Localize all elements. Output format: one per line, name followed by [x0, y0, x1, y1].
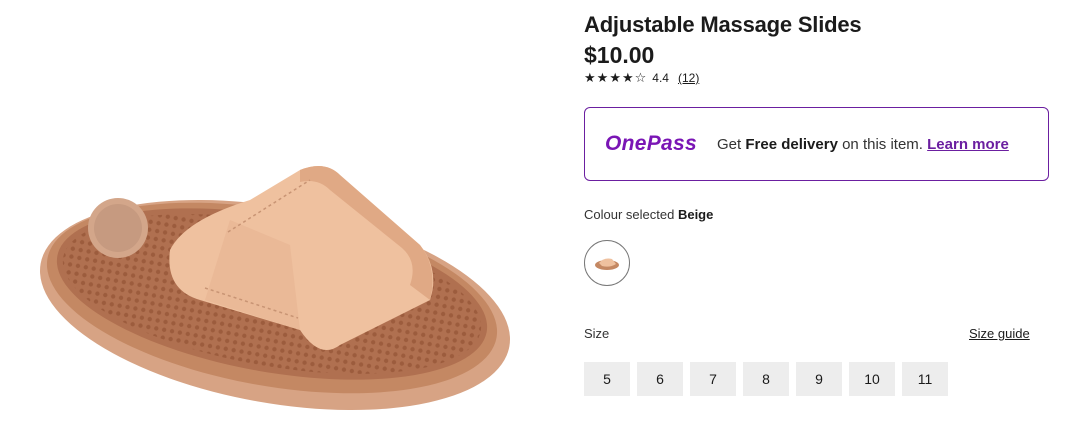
- onepass-banner: OnePass Get Free delivery on this item. …: [584, 107, 1049, 181]
- size-option-7[interactable]: 7: [690, 362, 736, 396]
- star-half-icon: ☆: [634, 70, 647, 85]
- onepass-message: Get Free delivery on this item. Learn mo…: [717, 136, 1017, 153]
- star-full-icon: ★: [609, 70, 621, 85]
- rating-value: 4.4: [652, 71, 669, 85]
- onepass-text-bold: Free delivery: [745, 135, 838, 153]
- size-option-5[interactable]: 5: [584, 362, 630, 396]
- onepass-learn-more-link[interactable]: Learn more: [927, 136, 1009, 153]
- review-count-link[interactable]: (12): [678, 71, 699, 85]
- colour-swatch-beige[interactable]: [584, 240, 630, 286]
- slide-sandal-image: [39, 166, 511, 410]
- size-option-10[interactable]: 10: [849, 362, 895, 396]
- star-full-icon: ★: [596, 70, 609, 85]
- product-title: Adjustable Massage Slides: [584, 12, 862, 37]
- colour-label-text: Colour selected: [584, 207, 675, 222]
- size-option-11[interactable]: 11: [902, 362, 948, 396]
- onepass-text-rest: on this item.: [842, 135, 923, 153]
- product-price: $10.00: [584, 42, 655, 68]
- star-full-icon: ★: [584, 70, 596, 85]
- size-option-6[interactable]: 6: [637, 362, 683, 396]
- rating-stars: ★ ★ ★ ★ ☆: [584, 71, 646, 85]
- product-image[interactable]: [0, 0, 560, 424]
- size-guide-link[interactable]: Size guide: [969, 326, 1030, 341]
- size-option-8[interactable]: 8: [743, 362, 789, 396]
- colour-label: Colour selected Beige: [584, 207, 713, 222]
- colour-selected-value: Beige: [677, 207, 714, 222]
- onepass-text-get: Get: [717, 135, 742, 153]
- slide-thumbnail-icon: [595, 258, 619, 270]
- star-full-icon: ★: [621, 70, 634, 85]
- size-label: Size: [584, 326, 610, 341]
- product-rating: ★ ★ ★ ★ ☆ 4.4 (12): [584, 71, 699, 86]
- size-option-9[interactable]: 9: [796, 362, 842, 396]
- onepass-logo: OnePass: [605, 132, 697, 155]
- size-options: 5 6 7 8 9 10 11: [584, 362, 948, 396]
